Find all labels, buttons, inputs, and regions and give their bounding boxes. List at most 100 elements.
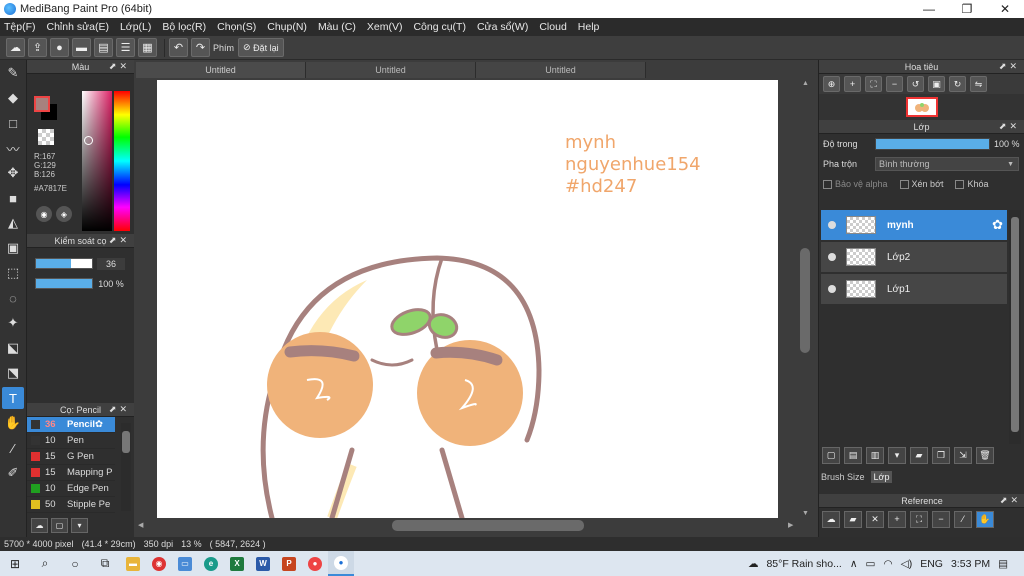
move-icon[interactable]: ✥ [2, 162, 24, 184]
select-pen-icon[interactable]: ⬕ [2, 337, 24, 359]
chat-icon[interactable]: ● [50, 38, 69, 57]
menu-snap[interactable]: Chụp(N) [267, 21, 307, 33]
menu-window[interactable]: Cửa sổ(W) [477, 21, 528, 33]
navigator-thumbnail[interactable] [905, 97, 938, 117]
volume-icon[interactable]: ◁) [901, 558, 913, 570]
tab-layer[interactable]: Lớp [870, 471, 893, 483]
eraser-icon[interactable]: ◆ [2, 87, 24, 109]
brush-size-slider[interactable] [35, 258, 93, 269]
scroll-up-icon[interactable]: ▲ [802, 80, 809, 87]
menu-layer[interactable]: Lớp(L) [120, 21, 151, 33]
menu-file[interactable]: Tệp(F) [4, 21, 36, 33]
weather-text[interactable]: 85°F Rain sho... [766, 558, 841, 570]
brush-item[interactable]: 10 Pen [27, 433, 115, 449]
brush-item[interactable]: 15 Mapping P [27, 465, 115, 481]
cloud-icon[interactable]: ☁ [822, 510, 840, 528]
palette-add-icon[interactable]: ◈ [56, 206, 72, 222]
battery-icon[interactable]: ▭ [866, 558, 876, 570]
medibang-taskbar-icon[interactable]: ● [328, 551, 354, 576]
zoom-icon[interactable]: ⊕ [823, 76, 840, 92]
new-layer-8bit-icon[interactable]: ▤ [844, 447, 862, 464]
zoom-in-icon[interactable]: + [844, 76, 861, 92]
notification-icon[interactable]: ▤ [998, 558, 1008, 570]
panel-controls-icon[interactable]: ⬈✕ [109, 404, 130, 415]
edge-browser-icon[interactable]: e [198, 551, 224, 576]
scroll-thumb[interactable] [800, 248, 810, 353]
panel-controls-icon[interactable]: ⬈✕ [999, 121, 1020, 132]
powerpoint-icon[interactable]: P [276, 551, 302, 576]
menu-color[interactable]: Màu (C) [318, 21, 356, 33]
fit-icon[interactable]: ⛶ [865, 76, 882, 92]
pen-icon[interactable]: 〰 [2, 137, 24, 159]
windows-start-icon[interactable]: ⊞ [0, 551, 30, 576]
undo-button[interactable]: ↶ [169, 38, 188, 57]
open-folder-icon[interactable]: ▰ [844, 510, 862, 528]
menu-select[interactable]: Chọn(S) [217, 21, 256, 33]
maximize-button[interactable]: ❐ [948, 0, 986, 18]
brush-item[interactable]: 50 Stipple Pe [27, 497, 115, 513]
word-icon[interactable]: W [250, 551, 276, 576]
task-view-icon[interactable]: ⧉ [90, 551, 120, 576]
scroll-down-icon[interactable]: ▼ [802, 510, 809, 517]
fill-rect-icon[interactable]: ■ [2, 187, 24, 209]
brush-size-value[interactable]: 36 [97, 258, 125, 270]
bucket-icon[interactable]: ◭ [2, 212, 24, 234]
cloud-icon[interactable]: ☁ [6, 38, 25, 57]
hand-icon[interactable]: ✋ [2, 412, 24, 434]
menu-edit[interactable]: Chỉnh sửa(E) [47, 21, 109, 33]
zoom-out-icon[interactable]: − [886, 76, 903, 92]
scroll-left-icon[interactable]: ◀ [138, 521, 143, 529]
panel-controls-icon[interactable]: ⬈✕ [109, 61, 130, 72]
checkbox-box[interactable] [955, 179, 965, 189]
palette-icon[interactable]: ◉ [36, 206, 52, 222]
panel-controls-icon[interactable]: ⬈✕ [109, 235, 130, 246]
computer-icon[interactable]: ▭ [172, 551, 198, 576]
clipping-checkbox[interactable]: Xén bớt [899, 179, 943, 189]
transparent-swatch[interactable] [38, 129, 54, 145]
gear-icon[interactable]: ✿ [95, 419, 103, 430]
weather-icon[interactable]: ☁ [748, 558, 759, 570]
duplicate-layer-icon[interactable]: ❐ [932, 447, 950, 464]
cloud-brush-icon[interactable]: ☁ [31, 518, 48, 533]
panel-controls-icon[interactable]: ⬈✕ [999, 61, 1020, 72]
brush-list-scrollbar[interactable] [121, 423, 131, 511]
new-layer-1bit-icon[interactable]: ▥ [866, 447, 884, 464]
canvas[interactable]: mynh nguyenhue154 #hd247 [157, 80, 778, 518]
layer-row[interactable]: Lớp2 [821, 242, 1007, 272]
upload-icon[interactable]: ⇪ [28, 38, 47, 57]
blend-mode-select[interactable]: Bình thường ▼ [875, 157, 1019, 171]
folder-icon[interactable]: ▰ [910, 447, 928, 464]
scroll-thumb[interactable] [392, 520, 584, 531]
rectangle-icon[interactable]: □ [2, 112, 24, 134]
comment-icon[interactable]: ▬ [72, 38, 91, 57]
brush-opacity-slider[interactable] [35, 278, 93, 289]
text-icon[interactable]: T [2, 387, 24, 409]
reset-button[interactable]: ⊘ Đặt lại [238, 38, 284, 57]
zoom-out-icon[interactable]: − [932, 510, 950, 528]
eyedropper-icon[interactable]: ⁄ [2, 437, 24, 459]
new-layer-icon[interactable]: ▢ [822, 447, 840, 464]
delete-layer-icon[interactable]: 🗑 [976, 447, 994, 464]
menu-filter[interactable]: Bộ lọc(R) [162, 21, 206, 33]
document-tab[interactable]: Untitled [476, 62, 646, 78]
document-tab[interactable]: Untitled [136, 62, 306, 78]
search-icon[interactable]: ⌕ [30, 551, 60, 576]
layer-row[interactable]: mynh ✿ [821, 210, 1007, 240]
layer-opacity-slider[interactable] [875, 138, 990, 150]
primary-color-swatch[interactable] [34, 96, 50, 112]
lock-checkbox[interactable]: Khóa [955, 179, 989, 189]
visibility-icon[interactable] [828, 221, 836, 229]
rotate-right-icon[interactable]: ↻ [949, 76, 966, 92]
magic-wand-icon[interactable]: ✦ [2, 312, 24, 334]
add-layer-menu-icon[interactable]: ▾ [888, 447, 906, 464]
layer-row[interactable]: Lớp1 [821, 274, 1007, 304]
document-tab[interactable]: Untitled [306, 62, 476, 78]
hand-icon[interactable]: ✋ [976, 510, 994, 528]
saturation-value-picker[interactable] [82, 91, 112, 231]
canvas-vertical-scrollbar[interactable]: ▲ ▼ [799, 80, 811, 520]
brush-item[interactable]: 36 Pencil ✿ [27, 417, 115, 433]
lasso-icon[interactable]: ◌ [2, 287, 24, 309]
tray-chevron-icon[interactable]: ∧ [850, 558, 858, 570]
gradient-icon[interactable]: ▣ [2, 237, 24, 259]
cortana-icon[interactable]: ○ [60, 551, 90, 576]
